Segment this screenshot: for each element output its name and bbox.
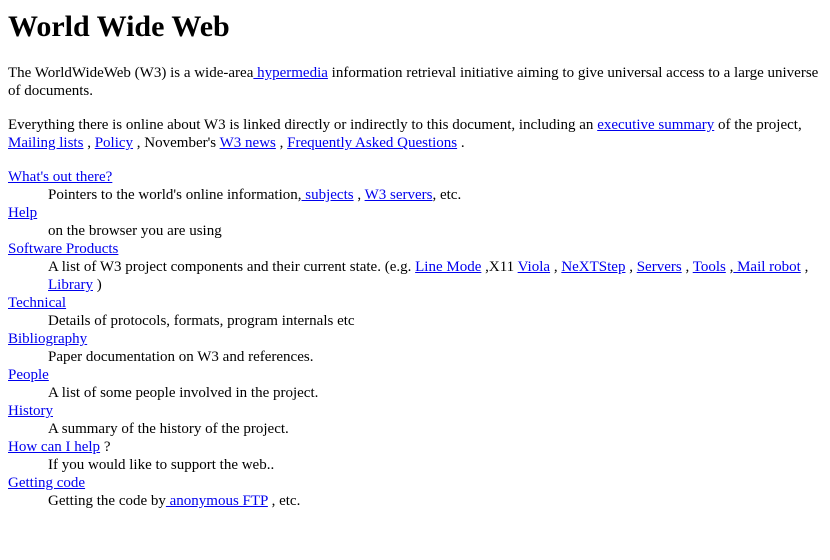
policy-link[interactable]: Policy (95, 135, 133, 151)
subjects-link[interactable]: subjects (302, 187, 353, 203)
separator: . (457, 135, 465, 151)
question-mark: ? (100, 439, 111, 455)
topic-term: Software Products (8, 240, 822, 258)
page: World Wide Web The WorldWideWeb (W3) is … (0, 10, 830, 510)
everything-text: of the project, (714, 117, 802, 133)
help-link[interactable]: Help (8, 205, 37, 221)
w3-servers-link[interactable]: W3 servers (365, 187, 433, 203)
separator: ) (92, 277, 102, 293)
w3-news-link[interactable]: W3 news (220, 135, 276, 151)
separator: , (625, 259, 637, 275)
everything-paragraph: Everything there is online about W3 is l… (8, 116, 822, 152)
whats-out-there-link[interactable]: What's out there? (8, 169, 112, 185)
executive-summary-link[interactable]: executive summary (597, 117, 714, 133)
topic-term: Bibliography (8, 330, 822, 348)
description-text: A list of W3 project components and thei… (48, 259, 416, 275)
software-products-link[interactable]: Software Products (8, 241, 118, 257)
topic-description: A list of W3 project components and thei… (48, 258, 822, 294)
nextstep-link[interactable]: NeXTStep (561, 259, 625, 275)
library-link[interactable]: Library (48, 277, 93, 293)
topic-description: Paper documentation on W3 and references… (48, 349, 314, 365)
servers-link[interactable]: Servers (637, 259, 682, 275)
topic-description: on the browser you are using (48, 223, 222, 239)
intro-text: The WorldWideWeb (W3) is a wide-area (8, 65, 254, 81)
getting-code-link[interactable]: Getting code (8, 475, 85, 491)
mailing-lists-link[interactable]: Mailing lists (8, 135, 83, 151)
how-can-i-help-link[interactable]: How can I help (8, 439, 100, 455)
description-text: Getting the code by (48, 493, 166, 509)
topic-term: History (8, 402, 822, 420)
topic-description: Getting the code by anonymous FTP , etc. (48, 492, 822, 510)
hypermedia-link[interactable]: hypermedia (253, 65, 328, 81)
separator: , (275, 135, 288, 151)
topic-list: What's out there? Pointers to the world'… (8, 168, 822, 510)
everything-text: , November's (133, 135, 220, 151)
topic-description: A summary of the history of the project. (48, 421, 289, 437)
people-link[interactable]: People (8, 367, 49, 383)
topic-description: Pointers to the world's online informati… (48, 186, 822, 204)
topic-term: Getting code (8, 474, 822, 492)
viola-link[interactable]: Viola (518, 259, 550, 275)
topic-term: Help (8, 204, 822, 222)
description-text: , etc. (267, 493, 301, 509)
line-mode-link[interactable]: Line Mode (415, 259, 481, 275)
page-title: World Wide Web (8, 10, 230, 43)
separator: , (681, 259, 693, 275)
mail-robot-link[interactable]: Mail robot (733, 259, 801, 275)
technical-link[interactable]: Technical (8, 295, 66, 311)
topic-description: If you would like to support the web.. (48, 457, 275, 473)
separator: , (83, 135, 95, 151)
bibliography-link[interactable]: Bibliography (8, 331, 87, 347)
everything-text: Everything there is online about W3 is l… (8, 117, 598, 133)
topic-term: How can I help ? (8, 438, 822, 456)
description-text: , etc. (432, 187, 462, 203)
topic-term: People (8, 366, 822, 384)
topic-description: A list of some people involved in the pr… (48, 385, 319, 401)
tools-link[interactable]: Tools (693, 259, 726, 275)
separator: , (550, 259, 562, 275)
history-link[interactable]: History (8, 403, 53, 419)
intro-paragraph: The WorldWideWeb (W3) is a wide-area hyp… (8, 64, 822, 100)
anonymous-ftp-link[interactable]: anonymous FTP (166, 493, 268, 509)
topic-term: What's out there? (8, 168, 822, 186)
description-text: Pointers to the world's online informati… (48, 187, 302, 203)
description-text: ,X11 (481, 259, 518, 275)
separator: , (353, 187, 365, 203)
separator: , (800, 259, 809, 275)
topic-term: Technical (8, 294, 822, 312)
topic-description: Details of protocols, formats, program i… (48, 313, 355, 329)
faq-link[interactable]: Frequently Asked Questions (287, 135, 457, 151)
